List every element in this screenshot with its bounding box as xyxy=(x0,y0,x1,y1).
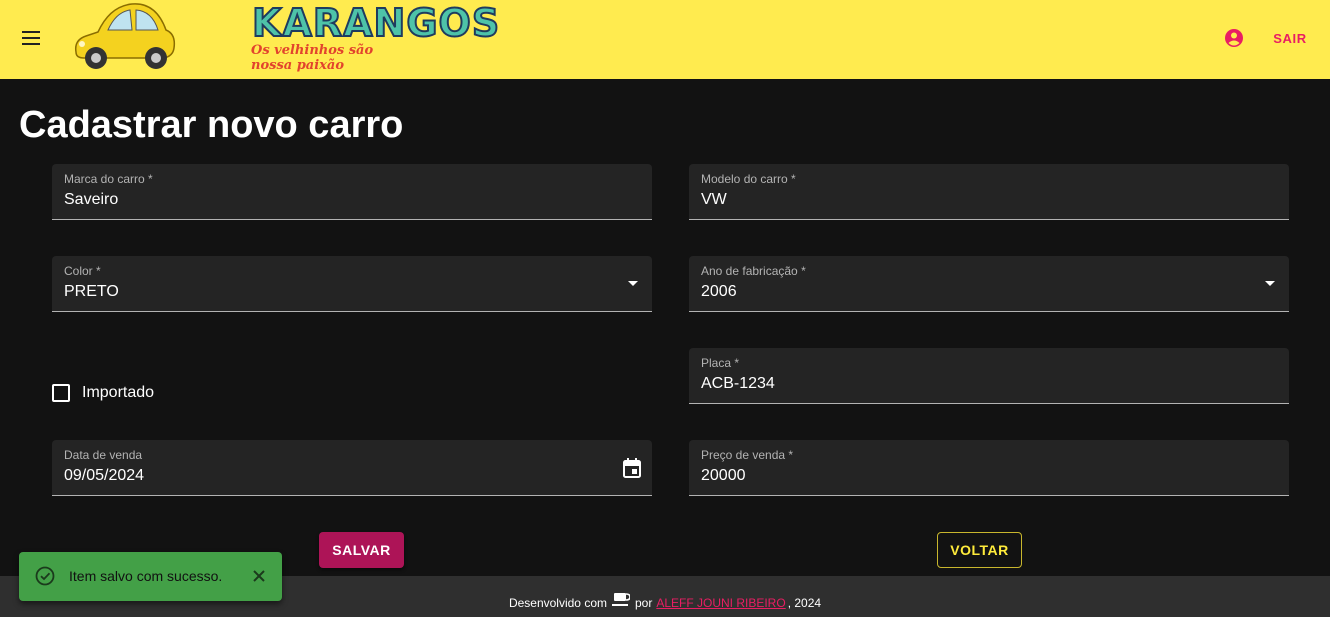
footer-suffix: , 2024 xyxy=(787,595,822,610)
app-bar: KARANGOS Os velhinhos são nossa paixão S… xyxy=(0,0,1330,79)
imported-label: Importado xyxy=(82,384,155,401)
color-select[interactable]: Color * PRETO xyxy=(52,256,652,312)
coffee-icon xyxy=(611,592,630,606)
sale-price-value: 20000 xyxy=(701,467,746,484)
menu-icon xyxy=(22,31,40,33)
menu-button[interactable] xyxy=(19,28,43,48)
save-button[interactable]: SALVAR xyxy=(319,532,404,568)
imported-checkbox[interactable] xyxy=(52,384,70,402)
close-icon[interactable] xyxy=(249,566,269,586)
author-link[interactable]: ALEFF JOUNI RIBEIRO xyxy=(656,596,785,610)
sale-price-field[interactable]: Preço de venda * 20000 xyxy=(689,440,1289,496)
logo-slogan: Os velhinhos são nossa paixão xyxy=(251,43,374,73)
sale-price-label: Preço de venda * xyxy=(701,448,794,462)
logo[interactable]: KARANGOS Os velhinhos são nossa paixão xyxy=(70,0,500,73)
year-value: 2006 xyxy=(701,283,737,300)
car-logo-icon xyxy=(74,3,176,69)
sale-date-field[interactable]: Data de venda 09/05/2024 xyxy=(52,440,652,496)
dropdown-arrow-icon xyxy=(628,281,638,286)
color-value: PRETO xyxy=(64,283,119,300)
calendar-icon[interactable] xyxy=(623,458,641,478)
year-label: Ano de fabricação * xyxy=(701,264,806,278)
brand-value: Saveiro xyxy=(64,191,119,208)
model-value: VW xyxy=(701,191,727,208)
brand-label: Marca do carro * xyxy=(64,172,153,186)
color-label: Color * xyxy=(64,264,101,278)
success-snackbar: Item salvo com sucesso. xyxy=(19,552,282,601)
page-title: Cadastrar novo carro xyxy=(19,104,404,146)
logout-button[interactable]: SAIR xyxy=(1262,24,1318,52)
sale-date-value: 09/05/2024 xyxy=(64,467,145,484)
footer-prefix: Desenvolvido com xyxy=(508,595,607,610)
plate-label: Placa * xyxy=(701,356,740,370)
plate-value: ACB-1234 xyxy=(701,375,775,392)
year-select[interactable]: Ano de fabricação * 2006 xyxy=(689,256,1289,312)
sale-date-label: Data de venda xyxy=(64,448,143,462)
logo-title: KARANGOS xyxy=(251,0,501,46)
back-button[interactable]: VOLTAR xyxy=(937,532,1022,568)
account-circle-icon[interactable] xyxy=(1224,28,1244,48)
check-circle-icon xyxy=(35,566,55,586)
brand-field[interactable]: Marca do carro * Saveiro xyxy=(52,164,652,220)
snackbar-message: Item salvo com sucesso. xyxy=(69,568,223,584)
model-label: Modelo do carro * xyxy=(701,172,796,186)
footer-by: por xyxy=(634,595,653,610)
model-field[interactable]: Modelo do carro * VW xyxy=(689,164,1289,220)
plate-field[interactable]: Placa * ACB-1234 xyxy=(689,348,1289,404)
dropdown-arrow-icon xyxy=(1265,281,1275,286)
